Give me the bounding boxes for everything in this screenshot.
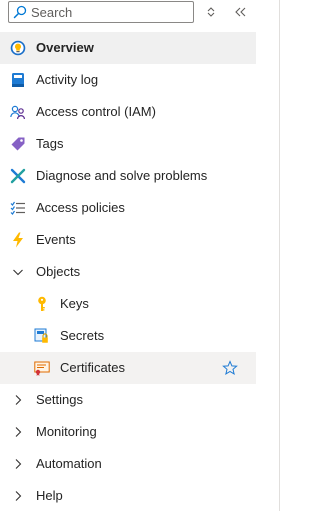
menu-group-automation[interactable]: Automation xyxy=(0,448,256,480)
sort-button[interactable] xyxy=(202,3,220,21)
book-icon xyxy=(10,72,26,88)
menu-group-settings[interactable]: Settings xyxy=(0,384,256,416)
menu-item-label: Tags xyxy=(36,136,64,151)
navigation-menu: Overview Activity log Access control (IA… xyxy=(0,32,256,511)
menu-item-activity-log[interactable]: Activity log xyxy=(0,64,256,96)
menu-item-label: Activity log xyxy=(36,72,99,87)
star-icon[interactable] xyxy=(222,360,238,376)
menu-item-overview[interactable]: Overview xyxy=(0,32,256,64)
menu-item-label: Access control (IAM) xyxy=(36,104,156,119)
menu-item-label: Keys xyxy=(60,296,89,311)
up-down-icon xyxy=(207,7,215,17)
menu-item-label: Certificates xyxy=(60,360,126,375)
tag-icon xyxy=(10,136,26,152)
menu-group-label: Settings xyxy=(36,392,83,407)
menu-item-certificates[interactable]: Certificates xyxy=(0,352,256,384)
menu-group-label: Automation xyxy=(36,456,102,471)
chevron-right-icon xyxy=(15,491,22,501)
menu-group-label: Objects xyxy=(36,264,81,279)
menu-group-label: Help xyxy=(36,488,63,503)
menu-item-label: Events xyxy=(36,232,76,247)
menu-item-label: Secrets xyxy=(60,328,105,343)
key-icon xyxy=(34,296,50,312)
menu-item-diagnose[interactable]: Diagnose and solve problems xyxy=(0,160,256,192)
search-icon xyxy=(13,5,27,19)
menu-item-access-control[interactable]: Access control (IAM) xyxy=(0,96,256,128)
menu-group-monitoring[interactable]: Monitoring xyxy=(0,416,256,448)
chevron-right-icon xyxy=(15,395,22,405)
menu-item-events[interactable]: Events xyxy=(0,224,256,256)
menu-item-label: Diagnose and solve problems xyxy=(36,168,208,183)
double-chevron-left-icon xyxy=(235,7,246,17)
lightning-icon xyxy=(10,232,26,248)
menu-item-tags[interactable]: Tags xyxy=(0,128,256,160)
wrench-icon xyxy=(10,168,26,184)
people-icon xyxy=(10,104,26,120)
secret-icon xyxy=(34,328,50,344)
menu-item-secrets[interactable]: Secrets xyxy=(0,320,256,352)
chevron-right-icon xyxy=(15,459,22,469)
chevron-right-icon xyxy=(15,427,22,437)
menu-item-label: Overview xyxy=(36,40,94,55)
menu-group-label: Monitoring xyxy=(36,424,97,439)
search-input[interactable] xyxy=(31,3,189,21)
collapse-menu-button[interactable] xyxy=(232,3,250,21)
certificate-icon xyxy=(34,360,50,376)
menu-group-objects[interactable]: Objects xyxy=(0,256,256,288)
search-row xyxy=(8,1,270,25)
menu-item-access-policies[interactable]: Access policies xyxy=(0,192,256,224)
menu-item-label: Access policies xyxy=(36,200,125,215)
chevron-down-icon xyxy=(13,269,23,276)
lightbulb-icon xyxy=(10,40,26,56)
menu-group-help[interactable]: Help xyxy=(0,480,256,511)
menu-item-keys[interactable]: Keys xyxy=(0,288,256,320)
resource-menu-panel: Overview Activity log xyxy=(0,0,280,511)
search-box[interactable] xyxy=(8,1,194,23)
list-check-icon xyxy=(10,200,26,216)
